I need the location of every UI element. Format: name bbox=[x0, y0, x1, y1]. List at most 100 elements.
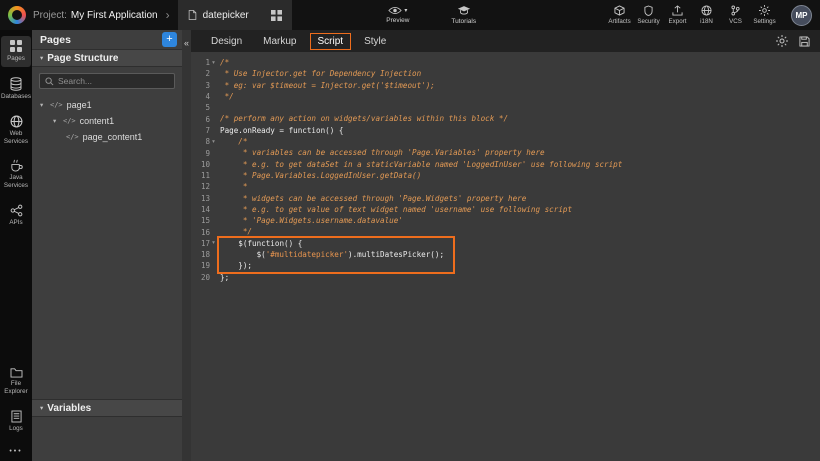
rail-label-pages: Pages bbox=[7, 55, 25, 63]
line-number[interactable]: 12 bbox=[191, 181, 217, 192]
variables-section-body bbox=[32, 417, 182, 461]
code-line[interactable]: Page.onReady = function() { bbox=[220, 125, 820, 136]
rail-item-pages[interactable]: Pages bbox=[1, 36, 31, 67]
code-line[interactable]: * e.g. to get value of text widget named… bbox=[220, 204, 820, 215]
rail-label-databases: Databases bbox=[1, 93, 31, 101]
vcs-branch-icon bbox=[731, 5, 740, 16]
line-number[interactable]: 1▾ bbox=[191, 57, 217, 68]
line-number[interactable]: 20 bbox=[191, 272, 217, 283]
tutorials-button[interactable]: Tutorials bbox=[451, 5, 476, 25]
line-number[interactable]: 6 bbox=[191, 113, 217, 124]
code-line[interactable]: * e.g. to get dataSet in a staticVariabl… bbox=[220, 159, 820, 170]
preview-button[interactable]: ▾ Preview bbox=[386, 6, 409, 24]
tree-item-page-content1[interactable]: </> page_content1 bbox=[32, 129, 182, 145]
code-line[interactable]: */ bbox=[220, 91, 820, 102]
tab-markup[interactable]: Markup bbox=[255, 33, 304, 50]
line-number[interactable]: 19 bbox=[191, 260, 217, 271]
panel-collapse-strip: « bbox=[182, 30, 191, 461]
code-line[interactable]: * widgets can be accessed through 'Page.… bbox=[220, 193, 820, 204]
rail-item-apis[interactable]: APIs bbox=[1, 201, 31, 231]
wavemaker-logo[interactable] bbox=[8, 6, 26, 24]
code-line[interactable] bbox=[220, 102, 820, 113]
script-editor[interactable]: 1▾2345678▾91011121314151617▾181920 /* * … bbox=[191, 52, 820, 461]
line-number[interactable]: 9 bbox=[191, 147, 217, 158]
topbar: Project: My First Application › datepick… bbox=[0, 0, 820, 30]
line-number[interactable]: 13 bbox=[191, 193, 217, 204]
rail-item-databases[interactable]: Databases bbox=[1, 74, 31, 105]
editor-gutter: 1▾2345678▾91011121314151617▾181920 bbox=[191, 57, 217, 461]
code-line[interactable]: }); bbox=[220, 260, 820, 271]
settings-button[interactable]: Settings bbox=[750, 5, 779, 25]
dashboard-grid-icon[interactable] bbox=[271, 10, 282, 21]
editor-settings-gear-icon[interactable] bbox=[776, 35, 788, 47]
tree-item-content1[interactable]: ▾ </> content1 bbox=[32, 113, 182, 129]
code-line[interactable]: /* bbox=[220, 136, 820, 147]
project-name: My First Application bbox=[71, 10, 158, 21]
preview-eye-icon bbox=[388, 6, 402, 15]
line-number[interactable]: 4 bbox=[191, 91, 217, 102]
fold-marker-icon[interactable]: ▾ bbox=[210, 139, 217, 145]
security-button[interactable]: Security bbox=[634, 5, 663, 25]
variables-title: Variables bbox=[47, 403, 91, 414]
collapse-panel-button[interactable]: « bbox=[184, 39, 189, 48]
fold-marker-icon[interactable]: ▾ bbox=[210, 240, 217, 246]
line-number[interactable]: 17▾ bbox=[191, 238, 217, 249]
save-icon[interactable] bbox=[799, 36, 810, 47]
tree-item-page1[interactable]: ▾ </> page1 bbox=[32, 97, 182, 113]
page-tab-datepicker[interactable]: datepicker bbox=[178, 0, 292, 30]
fold-marker-icon[interactable]: ▾ bbox=[210, 60, 217, 66]
search-input[interactable] bbox=[58, 76, 169, 86]
rail-label-logs: Logs bbox=[9, 425, 23, 433]
code-line[interactable]: * eg: var $timeout = Injector.get('$time… bbox=[220, 80, 820, 91]
page-structure-section[interactable]: ▾ Page Structure bbox=[32, 50, 182, 67]
search-row bbox=[32, 67, 182, 93]
export-button[interactable]: Export bbox=[663, 5, 692, 25]
code-line[interactable]: /* bbox=[220, 57, 820, 68]
rail-label-java-services: Java Services bbox=[1, 174, 31, 190]
line-number[interactable]: 8▾ bbox=[191, 136, 217, 147]
line-number[interactable]: 16 bbox=[191, 226, 217, 237]
line-number[interactable]: 3 bbox=[191, 80, 217, 91]
chevron-down-icon[interactable]: ▾ bbox=[53, 117, 59, 125]
rail-item-file-explorer[interactable]: File Explorer bbox=[1, 364, 31, 400]
code-line[interactable]: $(function() { bbox=[220, 238, 820, 249]
rail-item-java-services[interactable]: Java Services bbox=[1, 156, 31, 194]
caret-down-icon: ▾ bbox=[404, 7, 407, 14]
line-number[interactable]: 15 bbox=[191, 215, 217, 226]
tab-design[interactable]: Design bbox=[203, 33, 250, 50]
line-number[interactable]: 11 bbox=[191, 170, 217, 181]
code-line[interactable]: */ bbox=[220, 226, 820, 237]
line-number[interactable]: 18 bbox=[191, 249, 217, 260]
widget-code-icon: </> bbox=[50, 101, 63, 109]
code-line[interactable]: * bbox=[220, 181, 820, 192]
variables-section[interactable]: ▾ Variables bbox=[32, 399, 182, 417]
tab-style[interactable]: Style bbox=[356, 33, 394, 50]
security-label: Security bbox=[637, 18, 659, 25]
rail-label-apis: APIs bbox=[9, 219, 22, 227]
rail-item-web-services[interactable]: Web Services bbox=[1, 112, 31, 150]
line-number[interactable]: 5 bbox=[191, 102, 217, 113]
vcs-button[interactable]: VCS bbox=[721, 5, 750, 25]
widget-code-icon: </> bbox=[63, 117, 76, 125]
chevron-down-icon[interactable]: ▾ bbox=[40, 101, 46, 109]
code-line[interactable]: /* perform any action on widgets/variabl… bbox=[220, 113, 820, 124]
line-number[interactable]: 10 bbox=[191, 159, 217, 170]
rail-item-logs[interactable]: Logs bbox=[1, 407, 31, 437]
code-line[interactable]: }; bbox=[220, 272, 820, 283]
line-number[interactable]: 14 bbox=[191, 204, 217, 215]
code-line[interactable]: $('#multidatepicker').multiDatesPicker()… bbox=[220, 249, 820, 260]
code-line[interactable]: * Use Injector.get for Dependency Inject… bbox=[220, 68, 820, 79]
code-column[interactable]: /* * Use Injector.get for Dependency Inj… bbox=[220, 57, 820, 461]
add-page-button[interactable]: + bbox=[162, 32, 177, 47]
line-number[interactable]: 7 bbox=[191, 125, 217, 136]
i18n-button[interactable]: i18N bbox=[692, 5, 721, 25]
code-line[interactable]: * variables can be accessed through 'Pag… bbox=[220, 147, 820, 158]
code-line[interactable]: * 'Page.Widgets.username.datavalue' bbox=[220, 215, 820, 226]
tab-script[interactable]: Script bbox=[310, 33, 352, 50]
line-number[interactable]: 2 bbox=[191, 68, 217, 79]
file-explorer-folder-icon bbox=[10, 367, 23, 378]
code-line[interactable]: * Page.Variables.LoggedInUser.getData() bbox=[220, 170, 820, 181]
more-options-icon[interactable]: ••• bbox=[9, 448, 22, 455]
artifacts-button[interactable]: Artifacts bbox=[605, 5, 634, 25]
user-avatar[interactable]: MP bbox=[791, 5, 812, 26]
